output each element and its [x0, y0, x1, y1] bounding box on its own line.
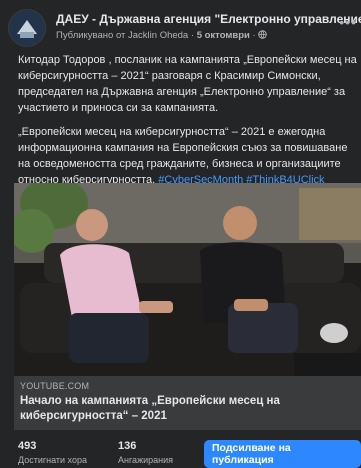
- engagement-stat[interactable]: 136 Ангажирания: [118, 440, 173, 465]
- post-date[interactable]: 5 октомври: [197, 30, 250, 41]
- engagement-value: 136: [118, 440, 137, 452]
- page-name[interactable]: ДАЕУ - Държавна агенция "Електронно упра…: [56, 12, 361, 26]
- engagement-label: Ангажирания: [118, 455, 173, 465]
- post-paragraph: „Европейски месец на киберсигурността“ –…: [18, 126, 348, 186]
- globe-icon: [258, 30, 268, 41]
- page-avatar[interactable]: [8, 9, 46, 47]
- boost-post-button[interactable]: Подсилване на публикация: [204, 440, 361, 468]
- post-text: Китодар Тодоров , посланик на кампанията…: [18, 52, 358, 196]
- post-paragraph: Китодар Тодоров , посланик на кампанията…: [18, 54, 357, 114]
- reach-label: Достигнати хора: [18, 455, 87, 465]
- link-title[interactable]: Начало на кампанията „Европейски месец н…: [20, 394, 350, 424]
- post-header: ДАЕУ - Държавна агенция "Електронно упра…: [0, 0, 361, 48]
- reach-stat[interactable]: 493 Достигнати хора: [18, 440, 87, 465]
- video-thumbnail[interactable]: [14, 183, 361, 376]
- published-by[interactable]: Публикувано от Jacklin Oheda: [56, 30, 188, 41]
- ellipsis-icon[interactable]: •••: [339, 14, 357, 30]
- link-source: YOUTUBE.COM: [20, 381, 90, 391]
- reach-value: 493: [18, 440, 37, 452]
- post-card: ДАЕУ - Държавна агенция "Електронно упра…: [0, 0, 361, 468]
- link-card[interactable]: YOUTUBE.COM Начало на кампанията „Европе…: [14, 376, 361, 430]
- post-meta: Публикувано от Jacklin Oheda · 5 октомвр…: [56, 30, 268, 41]
